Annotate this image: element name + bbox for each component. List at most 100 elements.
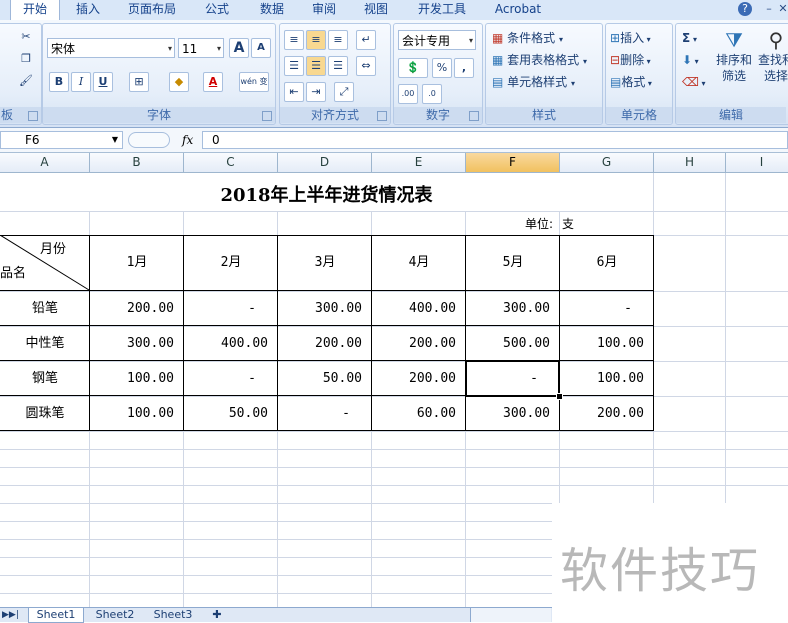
decrease-indent-icon[interactable]: ⇤ [284, 82, 304, 102]
clear-button[interactable]: ⌫ ▾ [682, 72, 706, 92]
tab-formulas[interactable]: 公式 [194, 0, 240, 20]
align-left-icon[interactable]: ☰ [284, 56, 304, 76]
comma-style-button[interactable]: , [454, 58, 474, 78]
tab-developer[interactable]: 开发工具 [408, 0, 476, 20]
align-right-icon[interactable]: ☰ [328, 56, 348, 76]
increase-decimal-button[interactable]: .00 [398, 84, 418, 104]
product-name-cell[interactable]: 圆珠笔 [0, 396, 90, 431]
month-header[interactable]: 5月 [466, 235, 560, 291]
column-header-d[interactable]: D [278, 153, 372, 172]
value-cell[interactable]: 100.00 [90, 361, 184, 396]
column-header-h[interactable]: H [654, 153, 726, 172]
corner-product-label[interactable]: 品名 [0, 265, 40, 283]
horizontal-scrollbar[interactable] [470, 608, 551, 622]
value-cell[interactable]: 500.00 [466, 326, 560, 361]
month-header[interactable]: 6月 [560, 235, 654, 291]
column-header-a[interactable]: A [0, 153, 90, 172]
value-cell[interactable]: 400.00 [184, 326, 278, 361]
align-top-icon[interactable]: ≡ [284, 30, 304, 50]
borders-icon[interactable]: ⊞ [129, 72, 149, 92]
title-merged-cell[interactable]: 2018年上半年进货情况表 [0, 173, 653, 211]
formula-bar-resize-handle[interactable] [128, 132, 170, 148]
cut-icon[interactable]: ✂ [17, 28, 35, 46]
value-cell[interactable]: 100.00 [560, 361, 654, 396]
value-cell[interactable]: 60.00 [372, 396, 466, 431]
tab-acrobat[interactable]: Acrobat [486, 0, 550, 20]
format-as-table-button[interactable]: ▦ 套用表格格式 ▾ [492, 50, 587, 70]
column-header-b[interactable]: B [90, 153, 184, 172]
find-select-button[interactable]: ⚲ 查找和 选择 [756, 28, 788, 104]
value-cell[interactable]: 300.00 [466, 291, 560, 326]
column-header-c[interactable]: C [184, 153, 278, 172]
align-middle-icon[interactable]: ≡ [306, 30, 326, 50]
column-header-i[interactable]: I [726, 153, 788, 172]
cell-styles-button[interactable]: ▤ 单元格样式 ▾ [492, 72, 575, 92]
value-cell[interactable]: 300.00 [466, 396, 560, 431]
accounting-format-icon[interactable]: 💲 [398, 58, 428, 78]
copy-icon[interactable]: ❐ [17, 50, 35, 68]
value-cell[interactable]: 300.00 [90, 326, 184, 361]
fill-button[interactable]: ⬇ ▾ [682, 50, 699, 70]
orientation-icon[interactable]: ⤢ [334, 82, 354, 102]
fill-handle[interactable] [556, 393, 563, 400]
delete-cells-button[interactable]: ⊟删除 ▾ [610, 50, 651, 70]
alignment-launcher-icon[interactable] [377, 111, 387, 121]
sheet-tab-3[interactable]: Sheet3 [146, 608, 200, 622]
italic-button[interactable]: I [71, 72, 91, 92]
conditional-formatting-button[interactable]: ▦ 条件格式 ▾ [492, 28, 563, 48]
minimize-ribbon-icon[interactable]: – [762, 2, 776, 16]
format-cells-button[interactable]: ▤格式 ▾ [610, 72, 652, 92]
value-cell[interactable]: - [278, 396, 372, 431]
column-header-f[interactable]: F [466, 153, 560, 172]
month-header[interactable]: 4月 [372, 235, 466, 291]
value-cell[interactable]: 200.00 [372, 361, 466, 396]
grow-font-button[interactable]: A [229, 38, 249, 58]
font-name-combo[interactable]: 宋体 ▾ [47, 38, 175, 58]
value-cell[interactable]: 300.00 [278, 291, 372, 326]
font-color-button[interactable]: A [203, 72, 223, 92]
decrease-decimal-button[interactable]: .0 [422, 84, 442, 104]
percent-button[interactable]: % [432, 58, 452, 78]
product-name-cell[interactable]: 钢笔 [0, 361, 90, 396]
sheet-tab-2[interactable]: Sheet2 [88, 608, 142, 622]
product-name-cell[interactable]: 中性笔 [0, 326, 90, 361]
phonetic-guide-button[interactable]: wén 变 [239, 72, 269, 92]
month-header[interactable]: 1月 [90, 235, 184, 291]
wrap-text-icon[interactable]: ↵ [356, 30, 376, 50]
product-name-cell[interactable]: 铅笔 [0, 291, 90, 326]
align-center-icon[interactable]: ☰ [306, 56, 326, 76]
help-icon[interactable]: ? [738, 2, 752, 16]
formula-input[interactable]: 0 [202, 131, 788, 149]
number-launcher-icon[interactable] [469, 111, 479, 121]
value-cell[interactable]: - [466, 361, 560, 396]
value-cell[interactable]: 200.00 [372, 326, 466, 361]
value-cell[interactable]: 200.00 [560, 396, 654, 431]
tab-review[interactable]: 审阅 [302, 0, 346, 20]
corner-month-label[interactable]: 月份 [40, 241, 90, 259]
shrink-font-button[interactable]: A [251, 38, 271, 58]
value-cell[interactable]: - [184, 291, 278, 326]
clipboard-launcher-icon[interactable] [28, 111, 38, 121]
column-header-g[interactable]: G [560, 153, 654, 172]
value-cell[interactable]: 100.00 [90, 396, 184, 431]
merge-center-icon[interactable]: ⇔ [356, 56, 376, 76]
value-cell[interactable]: 100.00 [560, 326, 654, 361]
align-bottom-icon[interactable]: ≡ [328, 30, 348, 50]
tab-page-layout[interactable]: 页面布局 [120, 0, 184, 20]
value-cell[interactable]: 50.00 [278, 361, 372, 396]
close-icon[interactable]: ✕ [776, 2, 788, 16]
month-header[interactable]: 2月 [184, 235, 278, 291]
insert-function-icon[interactable]: fx [182, 131, 200, 149]
month-header[interactable]: 3月 [278, 235, 372, 291]
underline-button[interactable]: U [93, 72, 113, 92]
value-cell[interactable]: - [560, 291, 654, 326]
sheet-nav-icon[interactable]: ▶▶| [2, 608, 24, 622]
value-cell[interactable]: 200.00 [90, 291, 184, 326]
tab-home[interactable]: 开始 [10, 0, 60, 20]
bold-button[interactable]: B [49, 72, 69, 92]
value-cell[interactable]: 400.00 [372, 291, 466, 326]
value-cell[interactable]: - [184, 361, 278, 396]
autosum-button[interactable]: Σ ▾ [682, 28, 697, 48]
number-format-combo[interactable]: 会计专用 ▾ [398, 30, 476, 50]
fill-color-icon[interactable]: ◆ [169, 72, 189, 92]
